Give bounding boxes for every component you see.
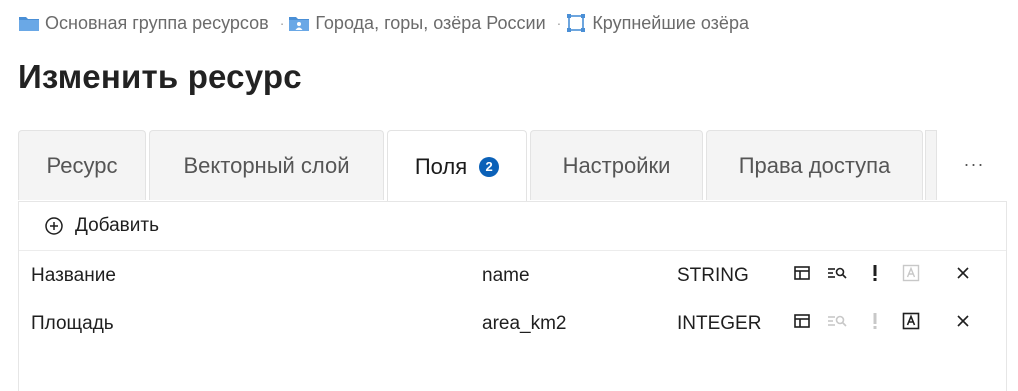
field-row[interactable]: Площадь area_km2 INTEGER — [19, 300, 1006, 348]
add-field-label: Добавить — [75, 215, 159, 236]
tab-settings[interactable]: Настройки — [530, 130, 703, 200]
tab-permissions[interactable]: Права доступа — [706, 130, 923, 200]
fields-toolbar: Добавить — [19, 202, 1006, 251]
tab-resource[interactable]: Ресурс — [18, 130, 146, 200]
text-search-toggle[interactable] — [825, 264, 849, 288]
label-field-toggle[interactable] — [899, 264, 923, 288]
delete-field-button[interactable] — [951, 264, 975, 288]
page-title: Изменить ресурс — [18, 58, 302, 95]
tab-fields[interactable]: Поля 2 — [387, 130, 527, 202]
field-keyname[interactable]: name — [482, 252, 530, 300]
required-toggle[interactable] — [863, 264, 887, 288]
field-row[interactable]: Название name STRING — [19, 252, 1006, 300]
tabs-more-button[interactable]: ··· — [956, 152, 992, 176]
tab-label: Права доступа — [738, 152, 891, 178]
add-field-button[interactable]: Добавить — [44, 215, 159, 237]
fields-count-badge: 2 — [479, 156, 500, 177]
folder-person-icon — [288, 14, 310, 32]
text-search-icon — [826, 312, 848, 336]
breadcrumb: Основная группа ресурсов · Города, горы,… — [18, 11, 749, 35]
breadcrumb-item-main-group[interactable]: Основная группа ресурсов — [18, 13, 269, 34]
tab-label: Ресурс — [46, 152, 118, 178]
close-icon — [955, 313, 971, 335]
fields-panel: Добавить Название name STRING Площадь ar… — [18, 201, 1007, 391]
breadcrumb-item-lakes[interactable]: Крупнейшие озёра — [565, 13, 749, 34]
tab-bar: Ресурс Векторный слой Поля 2 Настройки П… — [18, 130, 1008, 202]
plus-circle-icon — [44, 216, 64, 236]
label-icon — [902, 312, 920, 336]
close-icon — [955, 265, 971, 287]
table-icon — [793, 264, 811, 288]
exclamation-icon — [871, 264, 879, 288]
breadcrumb-separator: · — [279, 15, 285, 31]
vector-layer-icon — [565, 14, 587, 32]
field-display-name[interactable]: Название — [31, 252, 116, 300]
field-datatype[interactable]: STRING — [677, 252, 749, 300]
label-icon — [902, 264, 920, 288]
label-field-toggle[interactable] — [899, 312, 923, 336]
delete-field-button[interactable] — [951, 312, 975, 336]
required-toggle[interactable] — [863, 312, 887, 336]
grid-visibility-toggle[interactable] — [790, 264, 814, 288]
tab-label: Векторный слой — [183, 152, 350, 178]
field-display-name[interactable]: Площадь — [31, 300, 114, 348]
breadcrumb-label: Крупнейшие озёра — [592, 12, 749, 33]
breadcrumb-separator: · — [556, 15, 562, 31]
field-keyname[interactable]: area_km2 — [482, 300, 567, 348]
grid-visibility-toggle[interactable] — [790, 312, 814, 336]
folder-icon — [18, 14, 40, 32]
tab-overflow-edge — [925, 130, 937, 200]
field-datatype[interactable]: INTEGER — [677, 300, 761, 348]
table-icon — [793, 312, 811, 336]
breadcrumb-label: Основная группа ресурсов — [45, 12, 269, 33]
text-search-icon — [826, 264, 848, 288]
exclamation-icon — [871, 312, 879, 336]
breadcrumb-label: Города, горы, озёра России — [315, 12, 546, 33]
tab-label: Настройки — [562, 152, 671, 178]
tab-vector-layer[interactable]: Векторный слой — [149, 130, 384, 200]
breadcrumb-item-cities[interactable]: Города, горы, озёра России — [288, 12, 546, 34]
text-search-toggle[interactable] — [825, 312, 849, 336]
tab-label: Поля — [414, 153, 468, 179]
